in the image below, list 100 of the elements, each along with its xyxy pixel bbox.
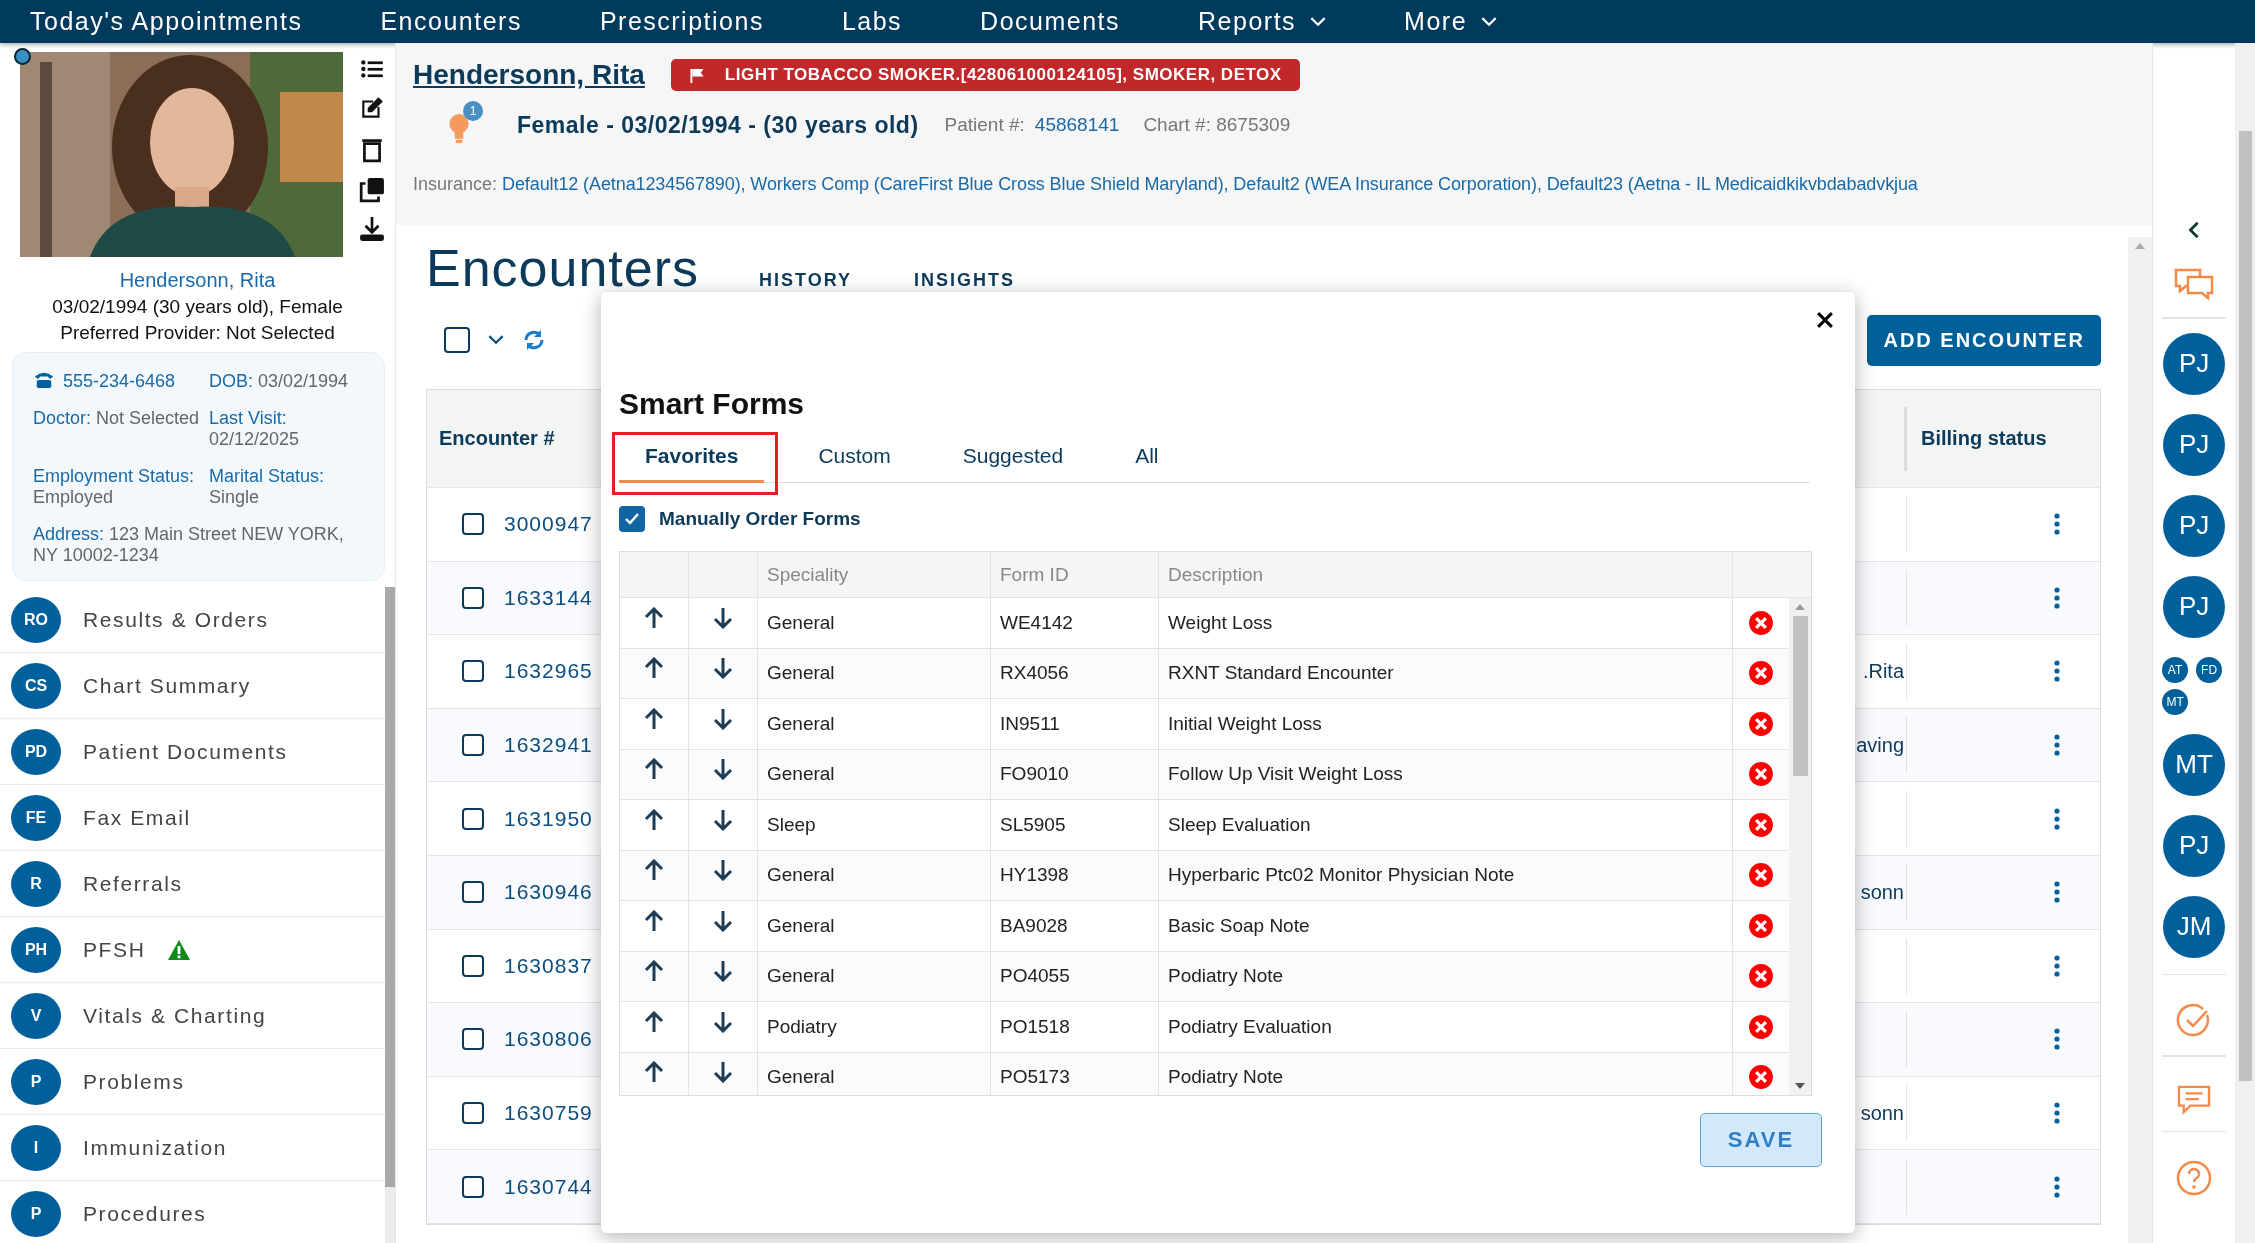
move-down-icon[interactable] <box>713 657 733 680</box>
form-tab[interactable]: Favorites <box>619 431 765 483</box>
nav-link[interactable]: Encounters <box>380 7 522 36</box>
nav-link[interactable]: Reports <box>1198 7 1327 36</box>
more-options-icon[interactable] <box>2054 734 2060 757</box>
user-avatar[interactable]: PJ <box>2163 814 2226 877</box>
move-down-icon[interactable] <box>713 808 733 831</box>
user-avatar[interactable]: FD <box>2196 656 2223 683</box>
move-down-icon[interactable] <box>713 1010 733 1033</box>
remove-icon[interactable] <box>1748 660 1774 687</box>
row-checkbox[interactable] <box>462 1175 484 1198</box>
sidebar-item[interactable]: P Problems <box>0 1049 385 1115</box>
scroll-down-icon[interactable] <box>1795 1083 1805 1089</box>
row-checkbox[interactable] <box>462 734 484 757</box>
user-avatar[interactable]: PJ <box>2163 494 2226 557</box>
form-tab[interactable]: Suggested <box>944 431 1082 483</box>
sidebar-item[interactable]: I Immunization <box>0 1115 385 1181</box>
more-options-icon[interactable] <box>2054 660 2060 683</box>
move-down-icon[interactable] <box>713 909 733 932</box>
nav-link[interactable]: Today's Appointments <box>30 7 303 36</box>
remove-icon[interactable] <box>1748 912 1774 939</box>
move-up-icon[interactable] <box>644 808 664 831</box>
nav-link[interactable]: Documents <box>980 7 1121 36</box>
encounter-number-link[interactable]: 1630806 <box>504 1027 593 1052</box>
patient-name-link[interactable]: Hendersonn, Rita <box>413 59 645 91</box>
remove-icon[interactable] <box>1748 710 1774 737</box>
refresh-icon[interactable] <box>522 328 546 352</box>
section-tab[interactable]: INSIGHTS <box>914 270 1016 291</box>
lightbulb-icon[interactable] <box>448 113 470 143</box>
move-down-icon[interactable] <box>713 960 733 983</box>
remove-icon[interactable] <box>1748 609 1774 636</box>
user-avatar[interactable]: AT <box>2162 656 2189 683</box>
row-checkbox[interactable] <box>462 660 484 683</box>
patient-name-link[interactable]: Hendersonn, Rita <box>0 269 395 292</box>
user-avatar[interactable]: MT <box>2163 733 2226 796</box>
move-down-icon[interactable] <box>713 859 733 882</box>
row-checkbox[interactable] <box>462 954 484 977</box>
section-tab[interactable]: HISTORY <box>759 270 853 291</box>
copy-icon[interactable] <box>359 177 385 203</box>
scrollbar[interactable] <box>2235 43 2255 1243</box>
nav-link[interactable]: Labs <box>841 7 903 36</box>
more-options-icon[interactable] <box>2054 954 2060 977</box>
chevron-left-icon[interactable] <box>2188 221 2201 239</box>
move-up-icon[interactable] <box>644 606 664 629</box>
user-avatar[interactable]: JM <box>2163 895 2226 958</box>
remove-icon[interactable] <box>1748 1064 1774 1091</box>
more-options-icon[interactable] <box>2054 513 2060 536</box>
encounter-number-link[interactable]: 3000947 <box>504 512 593 537</box>
remove-icon[interactable] <box>1748 761 1774 788</box>
sidebar-item[interactable]: P Procedures <box>0 1181 385 1243</box>
move-up-icon[interactable] <box>644 909 664 932</box>
sidebar-item[interactable]: FE Fax Email <box>0 785 385 851</box>
move-up-icon[interactable] <box>644 707 664 730</box>
chevron-down-icon[interactable] <box>488 335 504 345</box>
encounter-number-link[interactable]: 1631950 <box>504 806 593 831</box>
download-icon[interactable] <box>359 216 385 242</box>
user-avatar[interactable]: PJ <box>2163 413 2226 476</box>
row-checkbox[interactable] <box>462 513 484 536</box>
encounter-number-link[interactable]: 1633144 <box>504 585 593 610</box>
move-down-icon[interactable] <box>713 707 733 730</box>
move-down-icon[interactable] <box>713 606 733 629</box>
more-options-icon[interactable] <box>2054 1028 2060 1051</box>
remove-icon[interactable] <box>1748 1013 1774 1040</box>
encounter-number-link[interactable]: 1630837 <box>504 953 593 978</box>
sidebar-item[interactable]: CS Chart Summary <box>0 653 385 719</box>
edit-icon[interactable] <box>359 95 385 121</box>
user-avatar[interactable]: PJ <box>2163 332 2226 395</box>
remove-icon[interactable] <box>1748 811 1774 838</box>
row-checkbox[interactable] <box>462 1028 484 1051</box>
remove-icon[interactable] <box>1748 862 1774 889</box>
row-checkbox[interactable] <box>462 881 484 904</box>
encounter-number-link[interactable]: 1632941 <box>504 733 593 758</box>
row-checkbox[interactable] <box>462 1102 484 1125</box>
move-down-icon[interactable] <box>713 758 733 781</box>
encounter-number-link[interactable]: 1632965 <box>504 659 593 684</box>
more-options-icon[interactable] <box>2054 807 2060 830</box>
encounter-number-link[interactable]: 1630759 <box>504 1101 593 1126</box>
more-options-icon[interactable] <box>2054 586 2060 609</box>
move-up-icon[interactable] <box>644 758 664 781</box>
move-up-icon[interactable] <box>644 859 664 882</box>
sidebar-item[interactable]: RO Results & Orders <box>0 587 385 653</box>
more-options-icon[interactable] <box>2054 881 2060 904</box>
add-encounter-button[interactable]: ADD ENCOUNTER <box>1867 314 2101 366</box>
user-avatar[interactable]: PJ <box>2163 575 2226 638</box>
form-tab[interactable]: Custom <box>800 431 909 483</box>
sidebar-item[interactable]: R Referrals <box>0 851 385 917</box>
move-up-icon[interactable] <box>644 657 664 680</box>
nav-link[interactable]: Prescriptions <box>599 7 764 36</box>
patient-number-link[interactable]: 45868141 <box>1034 114 1120 136</box>
select-all-checkbox[interactable] <box>444 327 470 353</box>
row-checkbox[interactable] <box>462 807 484 830</box>
more-options-icon[interactable] <box>2054 1102 2060 1125</box>
sidebar-item[interactable]: PH PFSH <box>0 917 385 983</box>
sidebar-item[interactable]: V Vitals & Charting <box>0 983 385 1049</box>
move-down-icon[interactable] <box>713 1061 733 1084</box>
user-avatar[interactable]: MT <box>2162 688 2189 715</box>
encounter-number-link[interactable]: 1630946 <box>504 880 593 905</box>
checkbox[interactable] <box>619 506 645 532</box>
move-up-icon[interactable] <box>644 1061 664 1084</box>
remove-icon[interactable] <box>1748 963 1774 990</box>
